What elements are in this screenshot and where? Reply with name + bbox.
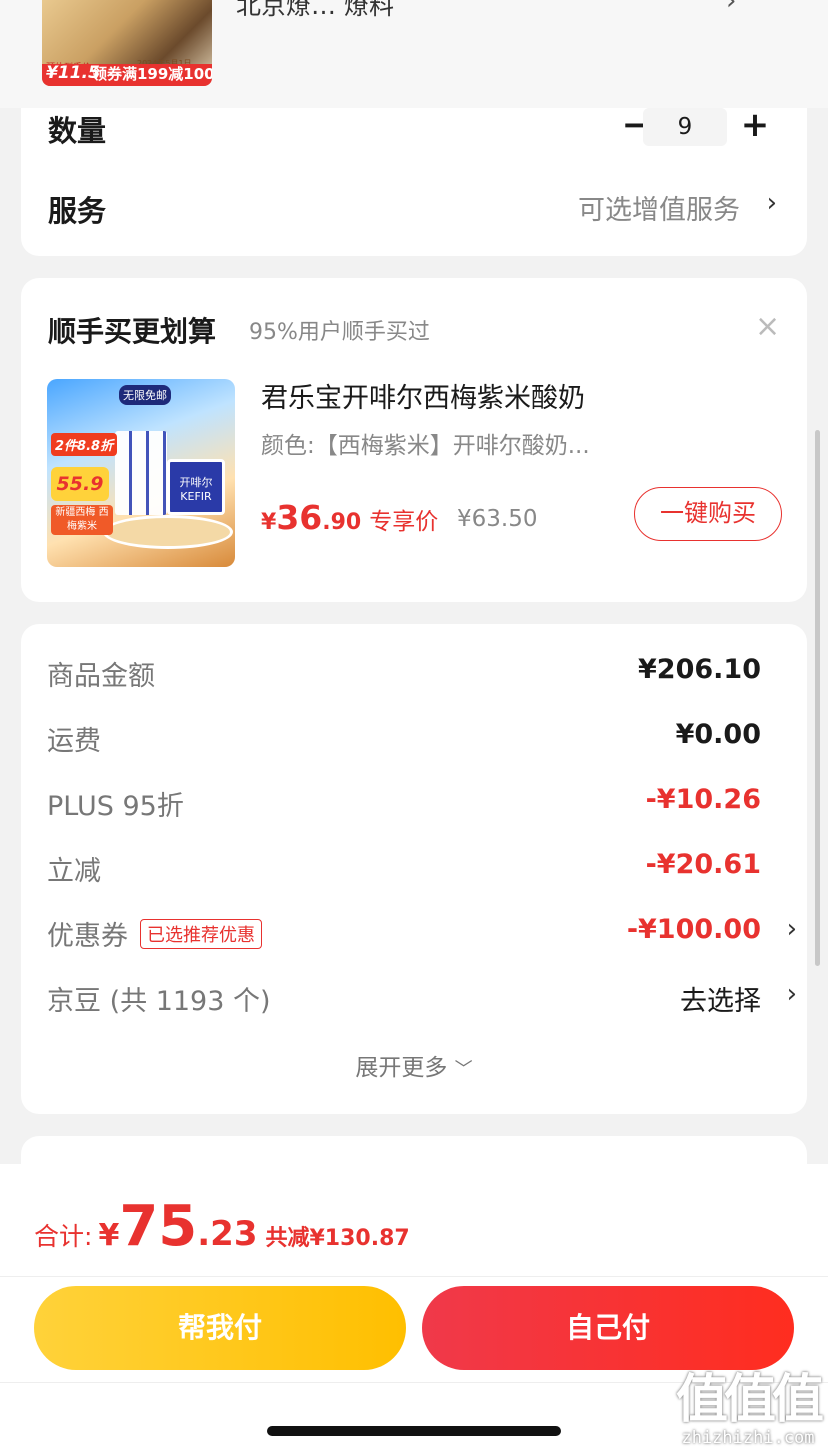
divider: [0, 1276, 828, 1277]
addon-product-price: ¥36.90 专享价: [261, 498, 438, 537]
image-tag-discount: 2件8.8折: [51, 433, 118, 456]
total-amount: 合计: ¥75.23 共减¥130.87: [34, 1194, 410, 1259]
chevron-right-icon[interactable]: ›: [767, 188, 777, 218]
detail-row-shipping: 运费 ¥0.00: [47, 719, 781, 759]
quantity-label: 数量: [48, 114, 107, 148]
chevron-right-icon: ›: [726, 0, 737, 16]
detail-value[interactable]: 去选择: [680, 979, 761, 1018]
product-cups-graphic: [115, 431, 167, 515]
chevron-down-icon: ﹀: [454, 1059, 473, 1080]
total-currency: ¥: [98, 1218, 120, 1253]
watermark: 值值值 zhizhizhi.com: [676, 1370, 824, 1448]
help-pay-button[interactable]: 帮我付: [34, 1286, 406, 1370]
image-tag-flavor: 新疆西梅 西梅紫米: [51, 505, 113, 535]
price-currency: ¥: [261, 510, 277, 535]
scrollbar[interactable]: [815, 430, 820, 966]
detail-label: 运费: [47, 726, 101, 757]
image-product-box: 开啡尔 KEFIR: [167, 459, 225, 515]
watermark-logo: 值值值: [676, 1370, 824, 1430]
total-label: 合计:: [34, 1222, 93, 1251]
coupon-recommended-tag: 已选推荐优惠: [140, 919, 262, 949]
service-label: 服务: [48, 194, 107, 228]
quantity-service-card: 数量 − 9 + 服务 可选增值服务 ›: [21, 108, 807, 256]
expand-more-label: 展开更多: [355, 1055, 448, 1081]
detail-value: -¥10.26: [645, 784, 761, 815]
total-decimal: .23: [197, 1214, 258, 1254]
addon-subtitle: 95%用户顺手买过: [249, 320, 430, 345]
service-value[interactable]: 可选增值服务: [578, 188, 740, 227]
detail-row-jingdou[interactable]: 京豆 (共 1193 个) 去选择 ›: [47, 979, 797, 1019]
detail-value: -¥20.61: [645, 849, 761, 880]
expand-more-button[interactable]: 展开更多 ﹀: [21, 1048, 807, 1082]
detail-label: 商品金额: [47, 661, 155, 692]
addon-product-spec[interactable]: 颜色:【西梅紫米】开啡尔酸奶...: [261, 426, 590, 460]
chevron-right-icon[interactable]: ›: [787, 979, 797, 1009]
coupon-label: 优惠券: [47, 921, 128, 952]
detail-label: PLUS 95折: [47, 791, 184, 822]
detail-row-plus-discount: PLUS 95折 -¥10.26: [47, 784, 781, 824]
previous-product-strip[interactable]: 预估到手价 2024年5月1日 ¥11.5 领券满199减100 北京燎… 燎料…: [0, 0, 828, 108]
total-savings: 共减¥130.87: [265, 1226, 410, 1251]
quantity-input[interactable]: 9: [643, 108, 727, 146]
price-decimal: .90: [322, 510, 362, 535]
price-details-card: 商品金额 ¥206.10 运费 ¥0.00 PLUS 95折 -¥10.26 立…: [21, 624, 807, 1114]
one-click-buy-button[interactable]: 一键购买: [634, 487, 782, 541]
close-icon[interactable]: ×: [755, 312, 780, 342]
detail-value: ¥206.10: [638, 654, 761, 685]
detail-label: 立减: [47, 856, 101, 887]
image-tag-free-shipping: 无限免邮: [119, 385, 171, 405]
detail-row-coupon[interactable]: 优惠券 已选推荐优惠 -¥100.00 ›: [47, 914, 797, 954]
price-label: 专享价: [369, 509, 439, 535]
product-plate-graphic: [103, 515, 233, 549]
detail-value: -¥100.00: [626, 914, 761, 945]
home-indicator[interactable]: [267, 1426, 561, 1436]
addon-card: 顺手买更划算 95%用户顺手买过 × 无限免邮 2件8.8折 55.9 新疆西梅…: [21, 278, 807, 602]
addon-title: 顺手买更划算: [48, 315, 217, 348]
detail-row-subtotal: 商品金额 ¥206.10: [47, 654, 781, 694]
badge-coupon: 领券满199减100: [92, 65, 212, 83]
price-integer: 36: [276, 498, 323, 537]
previous-product-name: 北京燎… 燎料: [236, 0, 394, 20]
addon-product-name[interactable]: 君乐宝开啡尔西梅紫米酸奶: [261, 376, 585, 415]
image-tag-price: 55.9: [51, 467, 109, 501]
detail-label: 优惠券 已选推荐优惠: [47, 914, 262, 953]
quantity-increase-button[interactable]: +: [738, 108, 772, 142]
detail-row-instant-discount: 立减 -¥20.61: [47, 849, 781, 889]
addon-product-image[interactable]: 无限免邮 2件8.8折 55.9 新疆西梅 西梅紫米 开啡尔 KEFIR: [47, 379, 235, 567]
previous-product-image: 预估到手价 2024年5月1日 ¥11.5 领券满199减100: [42, 0, 212, 86]
self-pay-button[interactable]: 自己付: [422, 1286, 794, 1370]
detail-label: 京豆 (共 1193 个): [47, 986, 271, 1017]
detail-value: ¥0.00: [675, 719, 761, 750]
total-integer: 75: [119, 1194, 198, 1259]
watermark-url: zhizhizhi.com: [681, 1428, 815, 1448]
checkout-bar: 合计: ¥75.23 共减¥130.87 帮我付 自己付 值值值 zhizhizhi…: [0, 1164, 828, 1454]
chevron-right-icon[interactable]: ›: [787, 914, 797, 944]
addon-original-price: ¥63.50: [457, 506, 538, 532]
